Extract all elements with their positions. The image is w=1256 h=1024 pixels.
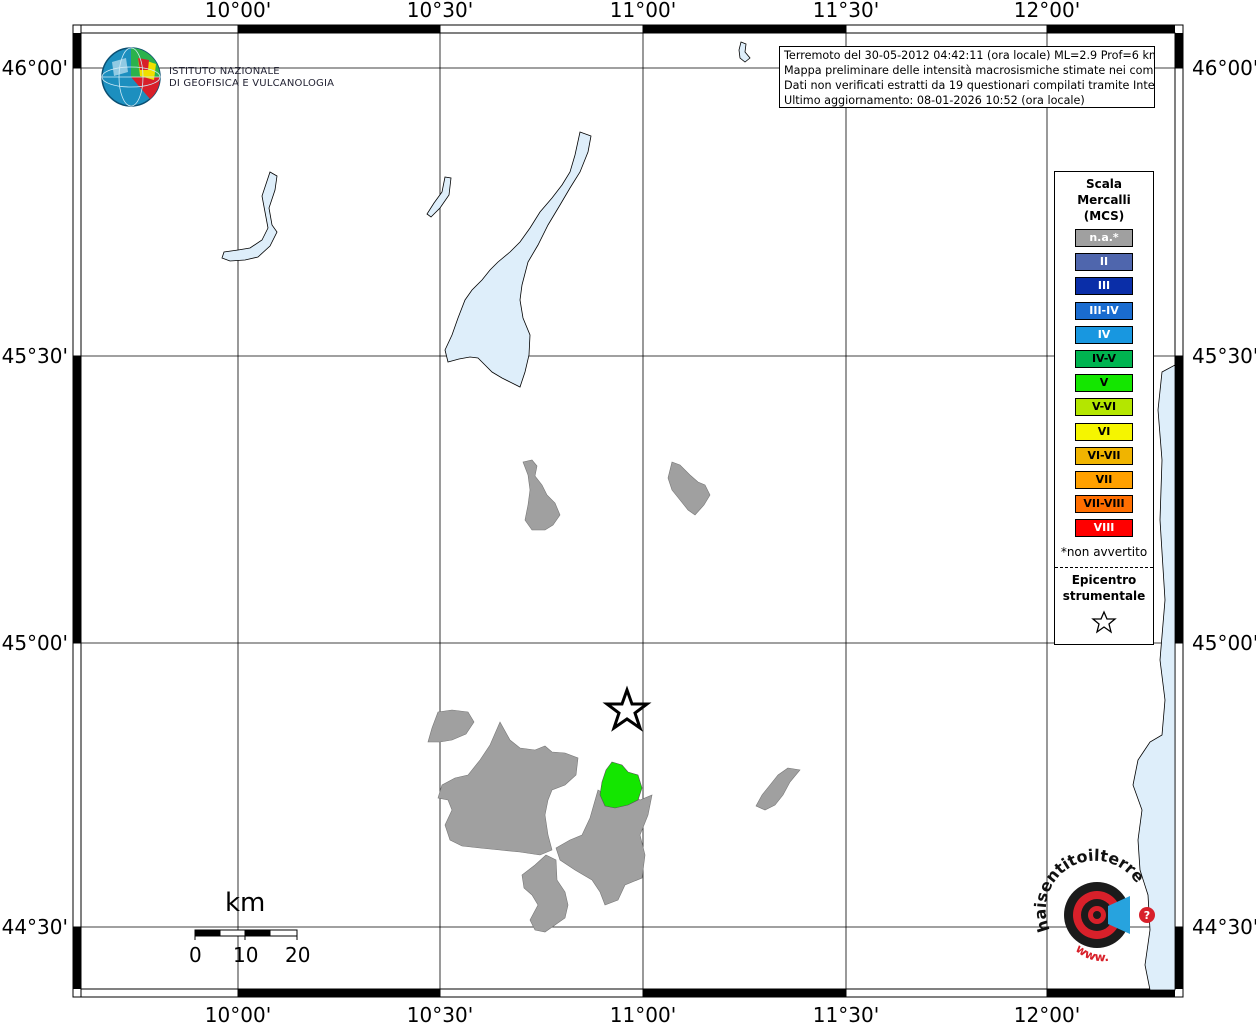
ingv-name-line1: ISTITUTO NAZIONALE [169, 66, 280, 77]
legend-item: VI [1075, 422, 1133, 441]
bottom-lon-label: 11°00' [610, 1003, 676, 1024]
ingv-globe-icon [101, 47, 161, 107]
legend-epicenter-line2: strumentale [1062, 589, 1146, 603]
legend-item: VI-VII [1075, 446, 1133, 465]
right-lat-label: 45°00' [1192, 631, 1256, 655]
legend-title-line1: Scala [1085, 177, 1123, 191]
bottom-lon-label: 10°00' [205, 1003, 271, 1024]
legend-title-line2: Mercalli [1077, 193, 1131, 207]
event-info-line: Dati non verificati estratti da 19 quest… [784, 79, 1155, 92]
legend-item: n.a.* [1075, 229, 1133, 247]
bottom-lon-label: 11°30' [813, 1003, 879, 1024]
legend-separator [1055, 567, 1153, 568]
scale-tick-label: 0 [189, 943, 202, 967]
legend-title-line3: (MCS) [1083, 209, 1125, 223]
legend-item: III-IV [1075, 301, 1133, 320]
legend-item: II [1075, 253, 1133, 272]
svg-text:?: ? [1144, 909, 1150, 922]
left-lat-label: 45°00' [2, 631, 68, 655]
event-info-line: Mappa preliminare delle intensità macros… [784, 64, 1155, 77]
legend-note: *non avvertito [1060, 545, 1148, 559]
event-info-line: Ultimo aggiornamento: 08-01-2026 10:52 (… [784, 94, 1085, 107]
legend-item: VIII [1075, 519, 1133, 538]
legend-item: VII [1075, 471, 1133, 489]
legend-epicenter-label: Epicentro strumentale [1055, 572, 1153, 604]
left-lat-label: 46°00' [2, 56, 68, 80]
right-lat-label: 44°30' [1192, 915, 1256, 939]
ingv-name-line2: DI GEOFISICA E VULCANOLOGIA [169, 78, 335, 89]
bottom-lon-label: 12°00' [1014, 1003, 1080, 1024]
legend-item: IV [1075, 325, 1133, 344]
mcs-legend: Scala Mercalli (MCS) n.a.* II III III-IV IV I… [1054, 171, 1154, 645]
event-info-line: Terremoto del 30-05-2012 04:42:11 (ora l… [784, 49, 1155, 62]
legend-item: V [1075, 374, 1133, 393]
top-lon-label: 11°00' [610, 0, 676, 22]
top-lon-label: 10°00' [205, 0, 271, 22]
legend-item: IV-V [1075, 350, 1133, 368]
ingv-name: ISTITUTO NAZIONALE DI GEOFISICA E VULCAN… [169, 66, 334, 90]
right-lat-label: 45°30' [1192, 344, 1256, 368]
scale-tick-label: 10 [233, 943, 259, 967]
bottom-lon-label: 10°30' [407, 1003, 473, 1024]
scale-unit: km [225, 888, 266, 918]
legend-item: V-VI [1075, 398, 1133, 417]
top-lon-label: 10°30' [407, 0, 473, 22]
legend-star-icon [1091, 610, 1117, 634]
legend-item: VII-VIII [1075, 495, 1133, 514]
top-lon-label: 11°30' [813, 0, 879, 22]
right-lat-label: 46°00' [1192, 56, 1256, 80]
legend-epicenter-line1: Epicentro [1071, 573, 1137, 587]
legend-item: III [1075, 277, 1133, 296]
left-lat-label: 44°30' [2, 915, 68, 939]
top-lon-label: 12°00' [1014, 0, 1080, 22]
scale-tick-label: 20 [285, 943, 311, 967]
legend-title: Scala Mercalli (MCS) [1055, 176, 1153, 224]
left-lat-label: 45°30' [2, 344, 68, 368]
event-info-box: Terremoto del 30-05-2012 04:42:11 (ora l… [779, 46, 1155, 108]
